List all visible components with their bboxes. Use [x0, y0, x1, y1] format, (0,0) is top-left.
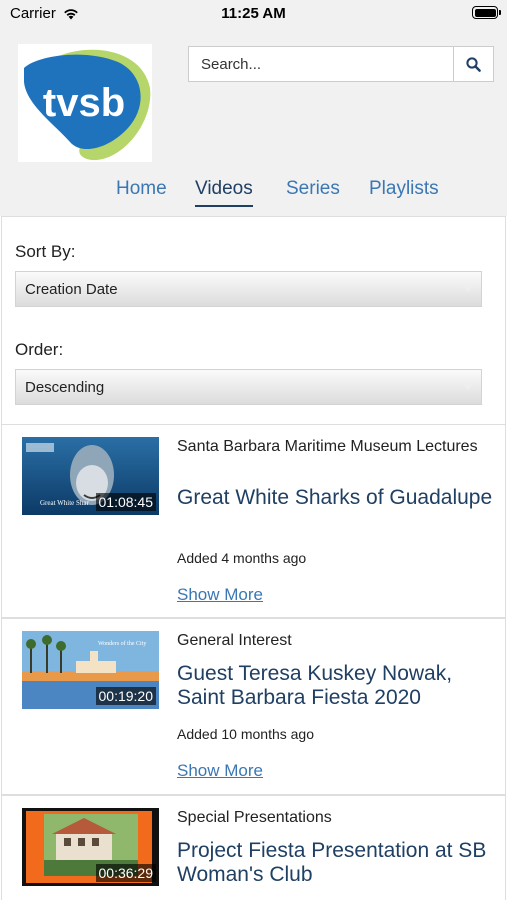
video-title[interactable]: Project Fiesta Presentation at SB Woman'… [177, 839, 497, 887]
site-header: tvsb Home Videos Series Playlists [0, 28, 507, 216]
video-added-date: Added 10 months ago [177, 726, 314, 742]
video-title[interactable]: Guest Teresa Kuskey Nowak, Saint Barbara… [177, 662, 497, 710]
video-card[interactable]: 00:36:29 Special Presentations Project F… [1, 795, 506, 900]
sort-by-value: Creation Date [25, 280, 118, 298]
video-category: Santa Barbara Maritime Museum Lectures [177, 438, 478, 455]
video-category: General Interest [177, 632, 292, 649]
video-category: Special Presentations [177, 809, 332, 826]
battery-icon [472, 6, 501, 19]
video-thumbnail[interactable]: 00:36:29 [22, 808, 159, 886]
video-duration: 00:19:20 [95, 687, 156, 705]
search-input[interactable] [188, 46, 453, 82]
sort-by-label: Sort By: [15, 242, 76, 261]
nav-series[interactable]: Series [286, 178, 340, 200]
logo-text: tvsb [43, 81, 125, 125]
show-more-link[interactable]: Show More [177, 585, 263, 605]
order-label: Order: [15, 340, 64, 359]
order-select[interactable]: Descending [15, 369, 482, 405]
video-duration: 01:08:45 [95, 493, 156, 511]
nav-videos[interactable]: Videos [195, 178, 253, 207]
video-card[interactable]: Great White Shar 01:08:45 Santa Barbara … [1, 424, 506, 618]
magnifier-icon [466, 56, 481, 72]
tvsb-logo[interactable]: tvsb [18, 44, 152, 162]
order-value: Descending [25, 378, 105, 396]
video-thumbnail[interactable]: Wonders of the City 00:19:20 [22, 631, 159, 709]
video-duration: 00:36:29 [95, 864, 156, 882]
thumb-caption: Wonders of the City [98, 640, 146, 647]
search-button[interactable] [453, 46, 494, 82]
search-bar [188, 46, 494, 82]
nav-playlists[interactable]: Playlists [369, 178, 439, 200]
thumb-caption: Great White Shar [40, 499, 90, 507]
status-bar: Carrier 11:25 AM [0, 0, 507, 28]
nav-home[interactable]: Home [116, 178, 167, 200]
tvsb-logo-graphic: tvsb [24, 49, 151, 161]
video-title[interactable]: Great White Sharks of Guadalupe [177, 486, 497, 510]
clock: 11:25 AM [221, 5, 286, 22]
video-thumbnail[interactable]: Great White Shar 01:08:45 [22, 437, 159, 515]
video-card[interactable]: Wonders of the City 00:19:20 General Int… [1, 618, 506, 795]
chevron-down-icon [463, 384, 473, 390]
show-more-link[interactable]: Show More [177, 761, 263, 781]
chevron-down-icon [463, 286, 473, 292]
sort-filter-panel: Sort By: Creation Date Order: Descending [1, 216, 506, 424]
video-added-date: Added 4 months ago [177, 550, 307, 566]
sort-by-select[interactable]: Creation Date [15, 271, 482, 307]
